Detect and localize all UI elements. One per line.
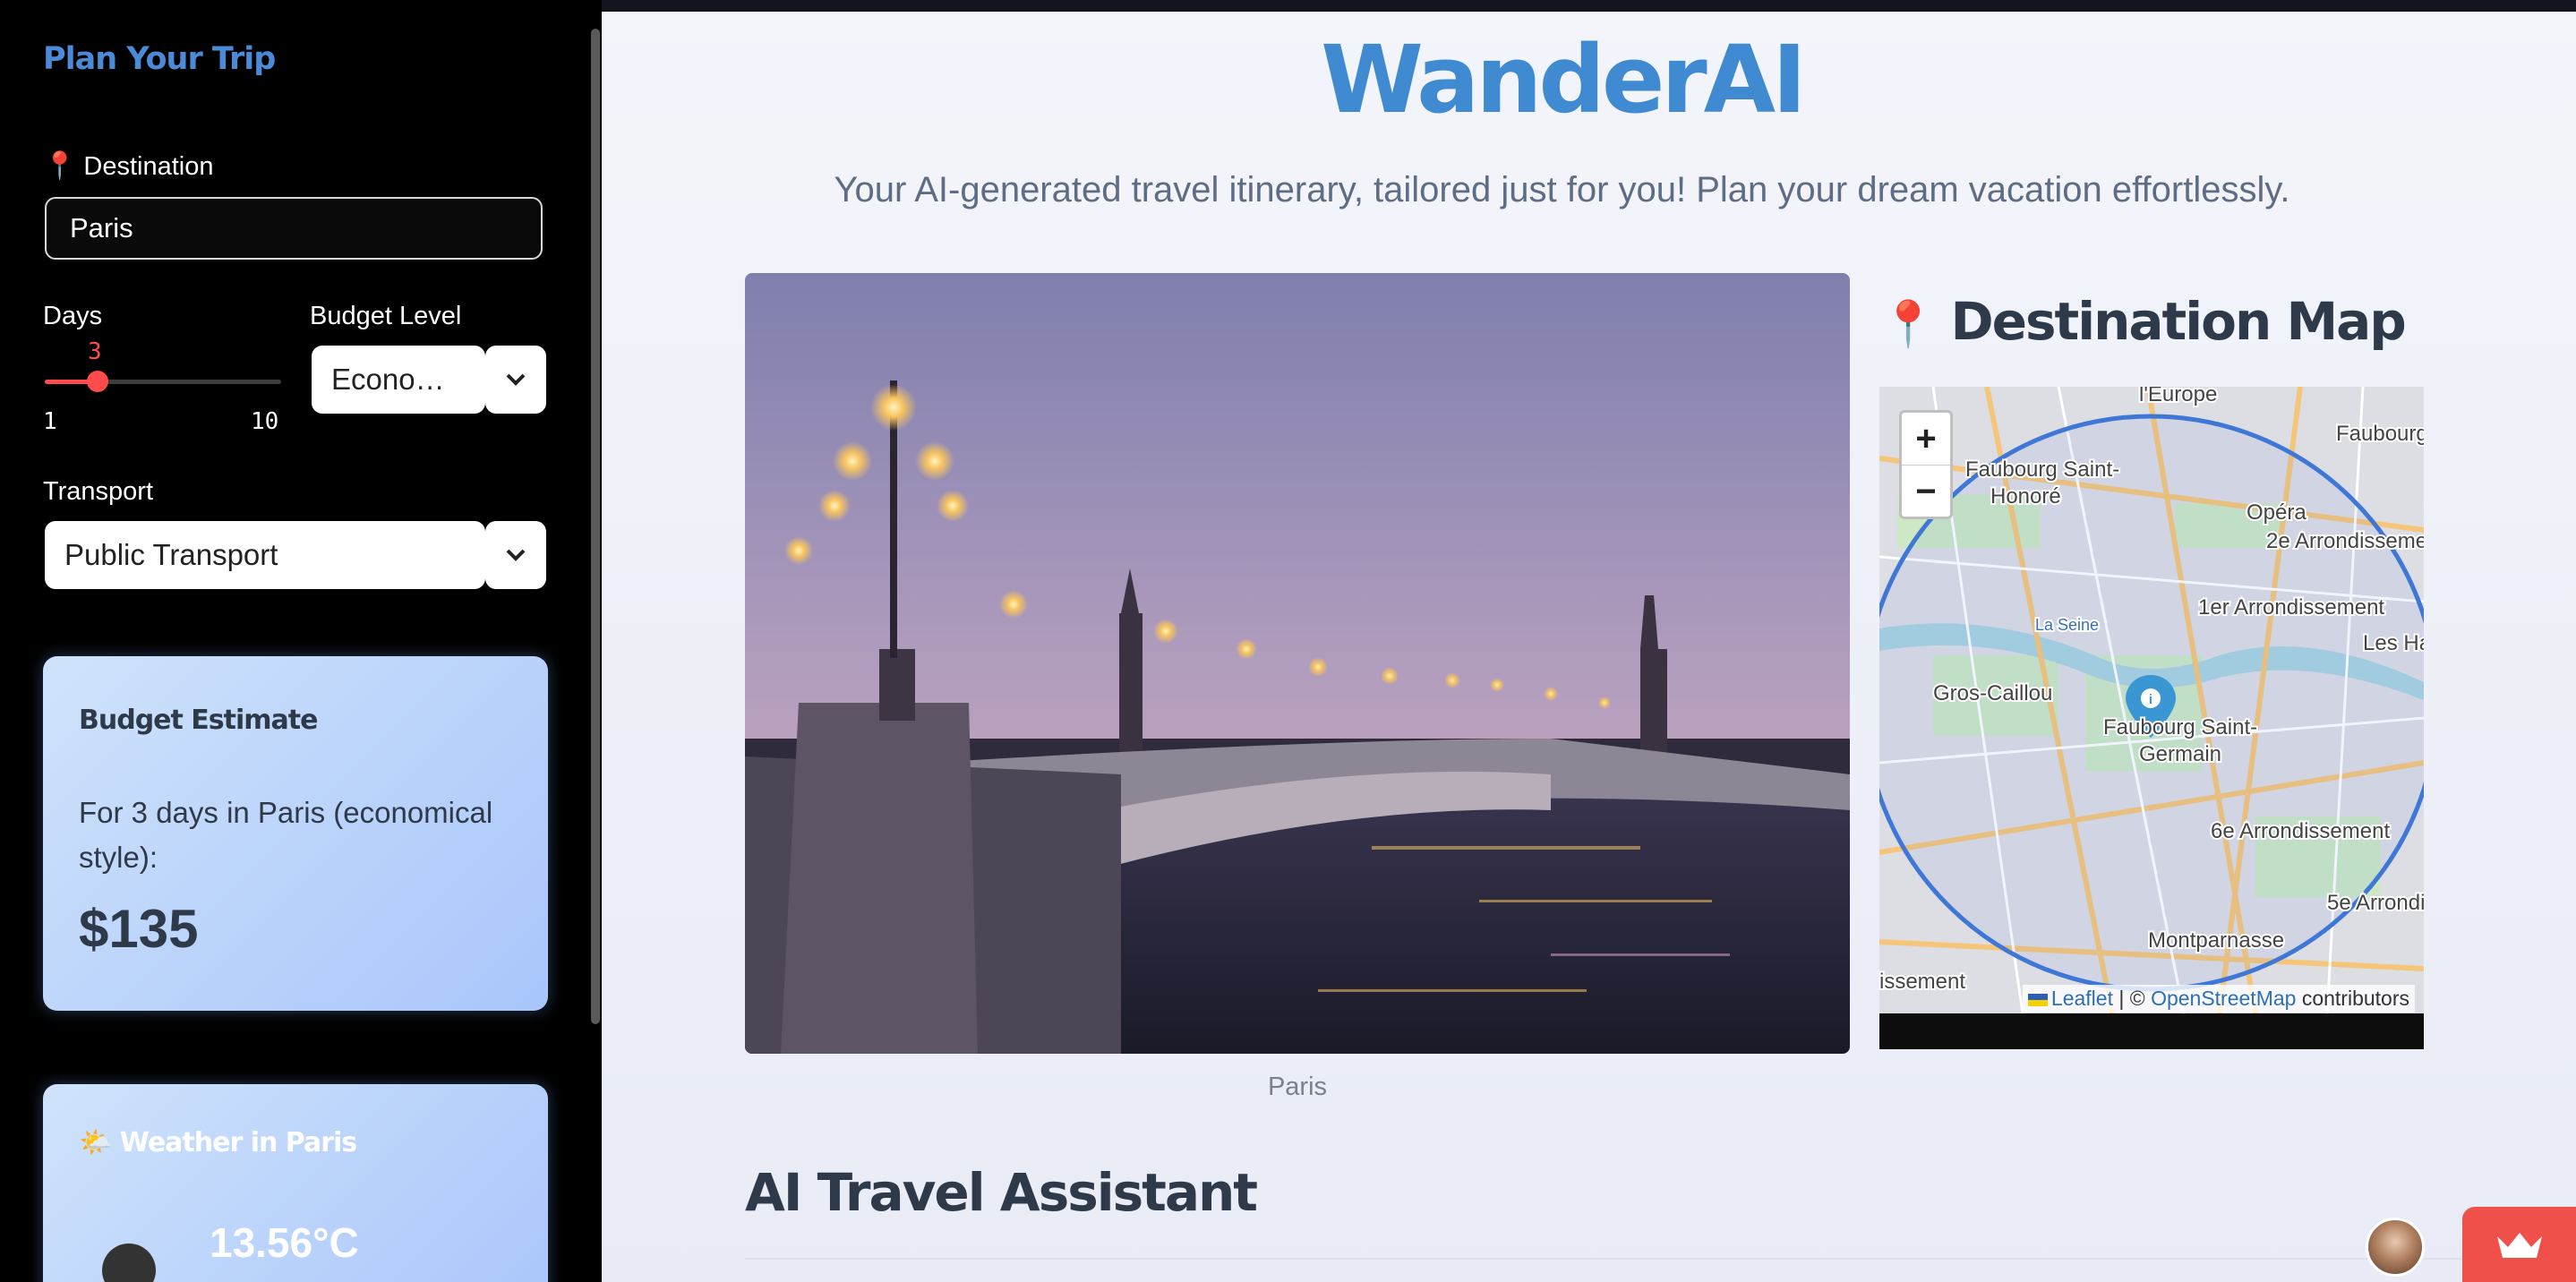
chevron-down-icon bbox=[506, 549, 526, 561]
map-label: Montparnasse bbox=[2148, 928, 2284, 953]
days-slider-max: 10 bbox=[251, 408, 279, 435]
transport-select[interactable]: Public Transport bbox=[45, 521, 485, 589]
sidebar-title: Plan Your Trip bbox=[43, 41, 276, 77]
map-label: 6e Arrondissement bbox=[2211, 819, 2390, 843]
tagline: Your AI-generated travel itinerary, tail… bbox=[834, 170, 2290, 209]
destination-label: 📍 Destination bbox=[43, 151, 214, 181]
destination-map[interactable]: i l'Europe Faubourg Faubourg Saint- Hono… bbox=[1879, 387, 2424, 1049]
zoom-in-button[interactable]: + bbox=[1902, 413, 1950, 466]
svg-text:i: i bbox=[2149, 692, 2152, 707]
weather-card-title: 🌤️ Weather in Paris bbox=[79, 1127, 357, 1158]
transport-dropdown-button[interactable] bbox=[485, 521, 546, 589]
map-label: La Seine bbox=[2035, 616, 2099, 634]
budget-card-amount: $135 bbox=[79, 899, 199, 959]
main-content: WanderAI Your AI-generated travel itiner… bbox=[602, 0, 2576, 1282]
map-label: issement bbox=[1879, 970, 1965, 994]
crown-icon bbox=[2496, 1233, 2542, 1258]
round-pushpin-icon: 📍 bbox=[43, 151, 77, 181]
assistant-heading: AI Travel Assistant bbox=[745, 1162, 1258, 1223]
map-bottom-bar bbox=[1879, 1013, 2424, 1049]
map-label: Opéra bbox=[2247, 500, 2306, 525]
budget-card-text: For 3 days in Paris (economical style): bbox=[79, 796, 493, 874]
sidebar-scrollbar[interactable] bbox=[591, 29, 600, 1024]
weather-card: 🌤️ Weather in Paris 13.56°C bbox=[43, 1084, 548, 1282]
map-zoom-control: + − bbox=[1899, 410, 1953, 519]
destination-input[interactable]: Paris bbox=[45, 197, 543, 260]
map-label: Faubourg Saint- bbox=[1965, 457, 2119, 482]
days-slider-min: 1 bbox=[43, 408, 57, 435]
destination-photo bbox=[745, 273, 1850, 1054]
map-label: Honoré bbox=[1990, 484, 2061, 509]
top-bar bbox=[602, 0, 2576, 12]
map-label: 5e Arrondis bbox=[2327, 891, 2424, 915]
budget-level-select[interactable]: Econo… bbox=[312, 346, 485, 414]
round-pushpin-icon: 📍 bbox=[1880, 298, 1936, 350]
days-slider-value: 3 bbox=[88, 338, 102, 365]
budget-level-dropdown-button[interactable] bbox=[485, 346, 546, 414]
sidebar: Plan Your Trip 📍 Destination Paris Days … bbox=[0, 0, 602, 1282]
map-label: Germain bbox=[2139, 742, 2221, 766]
map-label: l'Europe bbox=[2139, 387, 2217, 406]
budget-estimate-card: Budget Estimate For 3 days in Paris (eco… bbox=[43, 656, 548, 1011]
streamlit-crown-badge[interactable] bbox=[2462, 1207, 2576, 1282]
chevron-down-icon bbox=[506, 373, 526, 386]
zoom-out-button[interactable]: − bbox=[1902, 466, 1950, 517]
ukraine-flag-icon bbox=[2027, 993, 2048, 1006]
map-attribution: Leaflet | © OpenStreetMap contributors bbox=[2022, 985, 2415, 1013]
openstreetmap-link[interactable]: OpenStreetMap bbox=[2151, 987, 2296, 1010]
map-label: Gros-Caillou bbox=[1933, 681, 2052, 705]
map-heading: 📍 Destination Map bbox=[1880, 291, 2407, 352]
leaflet-link[interactable]: Leaflet bbox=[2051, 987, 2113, 1010]
map-label: Faubourg Saint- bbox=[2103, 715, 2257, 739]
days-label: Days bbox=[43, 302, 103, 330]
weather-temperature: 13.56°C bbox=[210, 1219, 359, 1266]
map-label: Faubourg bbox=[2336, 422, 2424, 446]
map-label: 2e Arrondissement bbox=[2266, 529, 2424, 553]
days-slider-thumb[interactable] bbox=[87, 371, 108, 392]
transport-label: Transport bbox=[43, 477, 154, 506]
weather-icon bbox=[102, 1244, 156, 1282]
app-title: WanderAI bbox=[1321, 25, 1807, 134]
map-label: 1er Arrondissement bbox=[2198, 595, 2384, 620]
days-slider[interactable] bbox=[45, 371, 281, 392]
budget-card-title: Budget Estimate bbox=[79, 705, 318, 736]
map-tiles: i l'Europe Faubourg Faubourg Saint- Hono… bbox=[1879, 387, 2424, 1013]
divider bbox=[745, 1258, 2491, 1260]
budget-level-label: Budget Level bbox=[310, 302, 462, 330]
user-avatar[interactable] bbox=[2366, 1218, 2425, 1277]
map-label: Les Ha bbox=[2363, 631, 2424, 655]
image-caption: Paris bbox=[1267, 1073, 1328, 1101]
paris-bridge-illustration bbox=[745, 273, 1850, 1054]
